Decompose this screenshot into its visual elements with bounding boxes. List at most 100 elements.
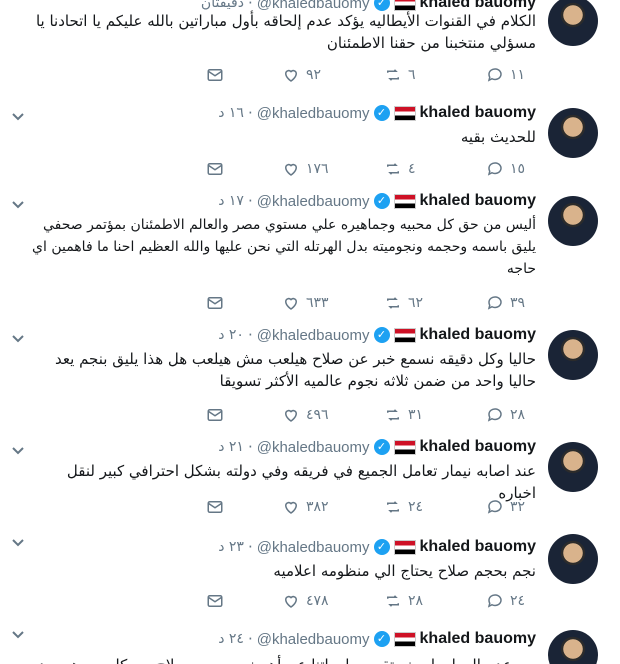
retweet-button[interactable]: ٢٨ bbox=[384, 592, 434, 610]
like-button[interactable]: ٦٣٣ bbox=[282, 294, 332, 312]
reply-button[interactable]: ٢٨ bbox=[486, 406, 536, 424]
like-button[interactable]: ٤٩٦ bbox=[282, 406, 332, 424]
reply-button[interactable]: ٣٩ bbox=[486, 294, 536, 312]
chevron-down-icon[interactable] bbox=[10, 330, 26, 346]
chevron-down-icon[interactable] bbox=[10, 626, 26, 642]
tweet-header: ٢٤ د · @khaledbauomy ✓ khaled bauomy bbox=[218, 630, 536, 648]
user-name[interactable]: khaled bauomy bbox=[420, 326, 536, 344]
reply-icon bbox=[487, 296, 502, 310]
direct-message-button[interactable] bbox=[206, 294, 230, 312]
chevron-down-icon[interactable] bbox=[10, 442, 26, 458]
reply-count: ٣٩ bbox=[510, 295, 526, 311]
avatar[interactable] bbox=[548, 196, 598, 246]
tweet-text: أليس من حق كل محبيه وجماهيره علي مستوي م… bbox=[32, 217, 536, 277]
direct-message-button[interactable] bbox=[206, 592, 230, 610]
tweet-header: ٢٠ د · @khaledbauomy ✓ khaled bauomy bbox=[218, 326, 536, 344]
like-button[interactable]: ٣٨٢ bbox=[282, 498, 332, 516]
tweet[interactable]: دقيقتان · @khaledbauomy ✓ khaled bauomy … bbox=[0, 0, 620, 101]
avatar[interactable] bbox=[548, 534, 598, 584]
reply-count: ١١ bbox=[510, 67, 526, 83]
tweet[interactable]: ٢٠ د · @khaledbauomy ✓ khaled bauomy حال… bbox=[0, 322, 620, 435]
retweet-button[interactable]: ٢٤ bbox=[384, 498, 434, 516]
retweet-icon bbox=[387, 409, 399, 421]
tweet-time[interactable]: ١٦ د bbox=[218, 105, 244, 121]
reply-button[interactable]: ١١ bbox=[486, 66, 536, 84]
user-name[interactable]: khaled bauomy bbox=[420, 630, 536, 648]
avatar[interactable] bbox=[548, 330, 598, 380]
tweet-text: من عدم المعلومات نستقي معلوماتنا عن أهم … bbox=[24, 654, 536, 664]
reply-button[interactable]: ٢٤ bbox=[486, 592, 536, 610]
like-count: ١٧٦ bbox=[306, 161, 329, 177]
user-name[interactable]: khaled bauomy bbox=[420, 438, 536, 456]
mail-icon bbox=[207, 297, 223, 309]
tweet-time[interactable]: ٢٤ د bbox=[218, 631, 244, 647]
separator-dot: · bbox=[247, 326, 253, 344]
direct-message-button[interactable] bbox=[206, 498, 230, 516]
mail-icon bbox=[207, 595, 223, 607]
like-count: ٣٨٢ bbox=[306, 499, 329, 515]
verified-icon: ✓ bbox=[373, 193, 390, 209]
heart-icon bbox=[284, 69, 298, 82]
like-button[interactable]: ٩٢ bbox=[282, 66, 332, 84]
separator-dot: · bbox=[247, 630, 253, 648]
user-handle[interactable]: @khaledbauomy bbox=[257, 631, 370, 648]
like-count: ٦٣٣ bbox=[306, 295, 329, 311]
avatar[interactable] bbox=[548, 630, 598, 664]
reply-count: ٢٤ bbox=[510, 593, 526, 609]
user-handle[interactable]: @khaledbauomy bbox=[257, 327, 370, 344]
retweet-icon bbox=[387, 163, 399, 175]
verified-icon: ✓ bbox=[373, 105, 390, 121]
tweet[interactable]: ١٦ د · @khaledbauomy ✓ khaled bauomy للح… bbox=[0, 100, 620, 189]
retweet-button[interactable]: ٦ bbox=[384, 66, 434, 84]
reply-count: ٣٢ bbox=[510, 499, 526, 515]
user-handle[interactable]: @khaledbauomy bbox=[257, 539, 370, 556]
tweet-header: ١٦ د · @khaledbauomy ✓ khaled bauomy bbox=[218, 104, 536, 122]
verified-icon: ✓ bbox=[373, 327, 390, 343]
avatar[interactable] bbox=[548, 108, 598, 158]
retweet-count: ٦ bbox=[408, 67, 416, 83]
tweet[interactable]: ١٧ د · @khaledbauomy ✓ khaled bauomy ألي… bbox=[0, 188, 620, 323]
reply-button[interactable]: ١٥ bbox=[486, 160, 536, 178]
chevron-down-icon[interactable] bbox=[10, 534, 26, 550]
user-name[interactable]: khaled bauomy bbox=[420, 104, 536, 122]
retweet-icon bbox=[387, 69, 399, 81]
mail-icon bbox=[207, 409, 223, 421]
tweet-text: للحديث بقيه bbox=[460, 128, 536, 146]
direct-message-button[interactable] bbox=[206, 160, 230, 178]
direct-message-button[interactable] bbox=[206, 406, 230, 424]
tweet-header: ٢١ د · @khaledbauomy ✓ khaled bauomy bbox=[218, 438, 536, 456]
like-count: ٩٢ bbox=[306, 67, 322, 83]
heart-icon bbox=[284, 297, 298, 310]
user-name[interactable]: khaled bauomy bbox=[420, 192, 536, 210]
separator-dot: · bbox=[247, 104, 253, 122]
user-handle[interactable]: @khaledbauomy bbox=[257, 439, 370, 456]
tweet-text: نجم بحجم صلاح يحتاج الي منظومه اعلاميه bbox=[273, 562, 536, 580]
like-button[interactable]: ٤٧٨ bbox=[282, 592, 332, 610]
tweet-time[interactable]: ٢٠ د bbox=[218, 327, 244, 343]
retweet-count: ٦٢ bbox=[408, 295, 424, 311]
like-button[interactable]: ١٧٦ bbox=[282, 160, 332, 178]
retweet-count: ٢٨ bbox=[408, 593, 424, 609]
avatar[interactable] bbox=[548, 0, 598, 46]
avatar[interactable] bbox=[548, 442, 598, 492]
direct-message-button[interactable] bbox=[206, 66, 230, 84]
tweet-time[interactable]: ١٧ د bbox=[218, 193, 244, 209]
tweet[interactable]: ٢٣ د · @khaledbauomy ✓ khaled bauomy نجم… bbox=[0, 526, 620, 619]
mail-icon bbox=[207, 501, 223, 513]
heart-icon bbox=[284, 163, 298, 176]
tweet-text: حاليا وكل دقيقه نسمع خبر عن صلاح هيلعب م… bbox=[55, 350, 536, 390]
chevron-down-icon[interactable] bbox=[10, 108, 26, 124]
user-handle[interactable]: @khaledbauomy bbox=[257, 193, 370, 210]
retweet-button[interactable]: ٦٢ bbox=[384, 294, 434, 312]
tweet-actions: ٤٧٨ ٢٨ ٢٤ bbox=[206, 592, 536, 610]
tweet[interactable]: ٢١ د · @khaledbauomy ✓ khaled bauomy عند… bbox=[0, 434, 620, 527]
tweet[interactable]: ٢٤ د · @khaledbauomy ✓ khaled bauomy من … bbox=[0, 618, 620, 664]
retweet-button[interactable]: ٤ bbox=[384, 160, 434, 178]
reply-button[interactable]: ٣٢ bbox=[486, 498, 536, 516]
user-handle[interactable]: @khaledbauomy bbox=[257, 105, 370, 122]
tweet-time[interactable]: ٢١ د bbox=[218, 439, 244, 455]
user-name[interactable]: khaled bauomy bbox=[420, 538, 536, 556]
tweet-time[interactable]: ٢٣ د bbox=[218, 539, 244, 555]
chevron-down-icon[interactable] bbox=[10, 196, 26, 212]
retweet-button[interactable]: ٣١ bbox=[384, 406, 434, 424]
